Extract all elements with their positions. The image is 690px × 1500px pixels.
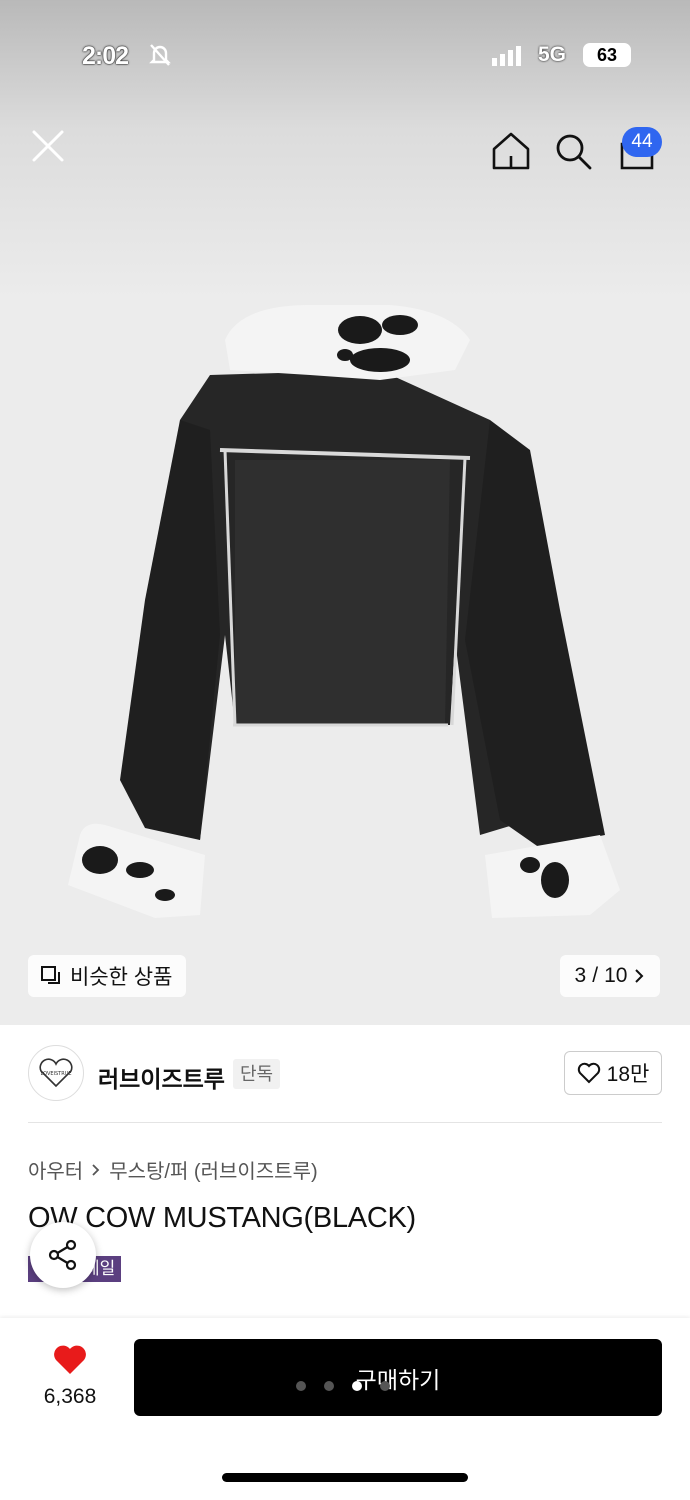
breadcrumb-item-subcategory[interactable]: 무스탕/퍼 (러브이즈트루): [109, 1155, 317, 1184]
brand-logo[interactable]: LOVEISTRUE: [28, 1045, 84, 1101]
carousel-dot-active: [352, 1381, 362, 1391]
search-icon[interactable]: [553, 131, 593, 171]
chevron-right-icon: [635, 969, 644, 983]
battery-level: 63: [596, 45, 618, 65]
buy-button[interactable]: 구매하기: [134, 1339, 662, 1416]
pager-separator: /: [592, 964, 599, 987]
pager-current: 3: [574, 964, 587, 987]
home-indicator[interactable]: [222, 1473, 468, 1482]
status-bar: 2:02 5G 63: [0, 38, 690, 74]
similar-products-button[interactable]: 비슷한 상품: [28, 955, 187, 997]
share-button[interactable]: [30, 1222, 96, 1288]
carousel-dot: [296, 1381, 306, 1391]
carousel-dot: [324, 1381, 334, 1391]
wishlist-button[interactable]: 6,368: [28, 1344, 112, 1409]
brand-logo-text: LOVEISTRUE: [40, 1071, 71, 1077]
share-icon: [48, 1239, 77, 1271]
cart-count-badge: 44: [622, 127, 662, 157]
image-pager[interactable]: 3 / 10: [560, 955, 660, 997]
bell-slash-icon: [149, 44, 171, 66]
heart-outline-icon: [577, 1062, 600, 1084]
breadcrumb: 아우터 무스탕/퍼 (러브이즈트루): [28, 1155, 318, 1184]
chevron-right-icon: [92, 1163, 100, 1176]
breadcrumb-item-category[interactable]: 아우터: [28, 1155, 83, 1184]
carousel-dots: [296, 1381, 390, 1391]
brand-like-button[interactable]: 18만: [564, 1051, 662, 1095]
home-icon[interactable]: [490, 130, 532, 172]
signal-icon: [492, 46, 521, 66]
product-image-area[interactable]: 2:02 5G 63 44 비슷한 상품 3 / 10: [0, 0, 690, 1025]
similar-products-label: 비슷한 상품: [70, 966, 173, 989]
jacket-image: [68, 305, 620, 918]
status-time: 2:02: [82, 42, 129, 70]
divider: [28, 1122, 662, 1123]
pager-total: 10: [604, 964, 628, 987]
carousel-dot: [380, 1381, 390, 1391]
brand-name[interactable]: 러브이즈트루: [98, 1060, 225, 1094]
battery-icon: 63: [583, 43, 631, 67]
close-icon[interactable]: [28, 126, 68, 166]
copy-icon: [41, 966, 60, 984]
exclusive-tag: 단독: [233, 1059, 281, 1089]
brand-row: LOVEISTRUE 러브이즈트루 단독 18만: [28, 1045, 662, 1103]
product-title: OW COW MUSTANG(BLACK): [28, 1202, 416, 1234]
brand-like-count: 18만: [606, 1063, 650, 1086]
wishlist-count: 6,368: [43, 1385, 97, 1408]
heart-filled-icon: [54, 1345, 86, 1374]
network-label: 5G: [538, 43, 567, 66]
brand-logo-heart: LOVEISTRUE: [39, 1058, 73, 1088]
